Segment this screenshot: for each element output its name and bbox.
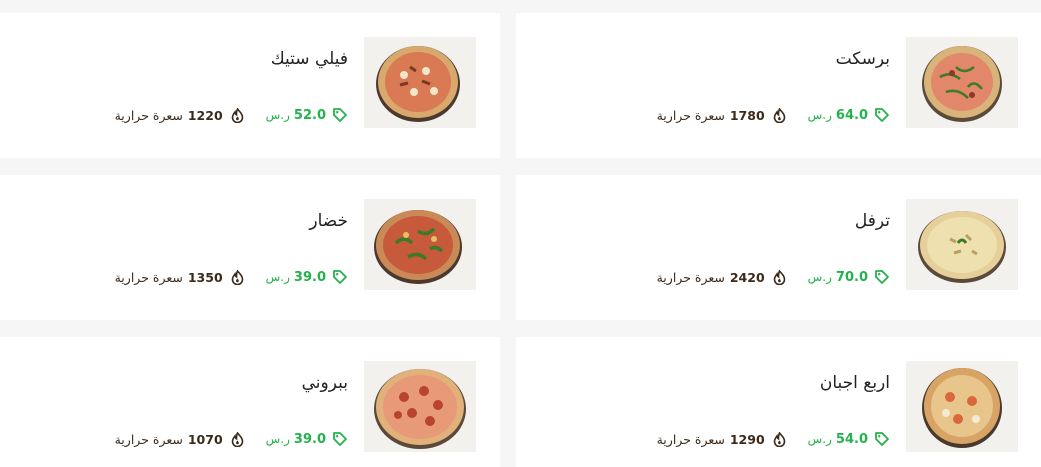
calories-value: 1350	[187, 269, 223, 285]
item-price: 54.0 ر.س	[808, 431, 890, 447]
calories-value: 1070	[187, 431, 223, 447]
calories-label: سعرة حرارية	[114, 431, 183, 447]
flame-icon	[773, 269, 786, 285]
price-value: 39.0	[293, 431, 326, 447]
calories-value: 1290	[729, 431, 765, 447]
item-calories: 1070 سعرة حرارية	[114, 431, 244, 447]
menu-item-card[interactable]: برسكت 64.0 ر.س 1780 سعرة حرارية	[516, 13, 1041, 158]
item-name: ترفل	[854, 211, 890, 231]
item-name: فيلي ستيك	[270, 49, 348, 69]
tag-icon	[874, 269, 890, 285]
menu-item-card[interactable]: فيلي ستيك 52.0 ر.س 1220 سعرة حرارية	[0, 13, 500, 158]
item-meta: 39.0 ر.س 1350 سعرة حرارية	[115, 267, 348, 287]
price-value: 39.0	[293, 269, 326, 285]
tag-icon	[874, 107, 890, 123]
item-price: 70.0 ر.س	[808, 269, 890, 285]
item-calories: 1780 سعرة حرارية	[656, 107, 786, 123]
calories-label: سعرة حرارية	[656, 107, 725, 123]
item-calories: 1220 سعرة حرارية	[114, 107, 244, 123]
price-value: 54.0	[835, 431, 868, 447]
item-name: ببروني	[301, 373, 348, 393]
calories-label: سعرة حرارية	[656, 269, 725, 285]
price-value: 52.0	[293, 107, 326, 123]
calories-value: 1780	[729, 107, 765, 123]
pizza-image	[364, 199, 476, 290]
pizza-image	[906, 37, 1018, 128]
currency-label: ر.س	[265, 270, 290, 284]
calories-value: 2420	[729, 269, 765, 285]
currency-label: ر.س	[265, 432, 290, 446]
item-price: 64.0 ر.س	[808, 107, 890, 123]
tag-icon	[332, 431, 348, 447]
currency-label: ر.س	[807, 432, 832, 446]
item-calories: 1350 سعرة حرارية	[114, 269, 244, 285]
currency-label: ر.س	[807, 270, 832, 284]
pizza-image	[906, 361, 1018, 452]
item-price: 39.0 ر.س	[266, 269, 348, 285]
flame-icon	[231, 431, 244, 447]
item-meta: 64.0 ر.س 1780 سعرة حرارية	[657, 105, 890, 125]
flame-icon	[773, 107, 786, 123]
flame-icon	[773, 431, 786, 447]
currency-label: ر.س	[807, 108, 832, 122]
flame-icon	[231, 107, 244, 123]
item-price: 39.0 ر.س	[266, 431, 348, 447]
menu-item-card[interactable]: اربع اجبان 54.0 ر.س 1290 سعرة حرارية	[516, 337, 1041, 467]
menu-item-card[interactable]: ببروني 39.0 ر.س 1070 سعرة حرارية	[0, 337, 500, 467]
calories-label: سعرة حرارية	[114, 107, 183, 123]
pizza-image	[906, 199, 1018, 290]
item-meta: 54.0 ر.س 1290 سعرة حرارية	[657, 429, 890, 449]
item-name: خضار	[309, 211, 348, 231]
item-meta: 52.0 ر.س 1220 سعرة حرارية	[115, 105, 348, 125]
tag-icon	[332, 269, 348, 285]
pizza-image	[364, 361, 476, 452]
item-name: اربع اجبان	[819, 373, 890, 393]
item-calories: 2420 سعرة حرارية	[656, 269, 786, 285]
price-value: 70.0	[835, 269, 868, 285]
flame-icon	[231, 269, 244, 285]
menu-item-card[interactable]: خضار 39.0 ر.س 1350 سعرة حرارية	[0, 175, 500, 320]
calories-label: سعرة حرارية	[114, 269, 183, 285]
price-value: 64.0	[835, 107, 868, 123]
tag-icon	[332, 107, 348, 123]
pizza-image	[364, 37, 476, 128]
currency-label: ر.س	[265, 108, 290, 122]
item-name: برسكت	[835, 49, 890, 69]
item-calories: 1290 سعرة حرارية	[656, 431, 786, 447]
calories-label: سعرة حرارية	[656, 431, 725, 447]
item-meta: 39.0 ر.س 1070 سعرة حرارية	[115, 429, 348, 449]
menu-item-card[interactable]: ترفل 70.0 ر.س 2420 سعرة حرارية	[516, 175, 1041, 320]
calories-value: 1220	[187, 107, 223, 123]
tag-icon	[874, 431, 890, 447]
item-meta: 70.0 ر.س 2420 سعرة حرارية	[657, 267, 890, 287]
item-price: 52.0 ر.س	[266, 107, 348, 123]
